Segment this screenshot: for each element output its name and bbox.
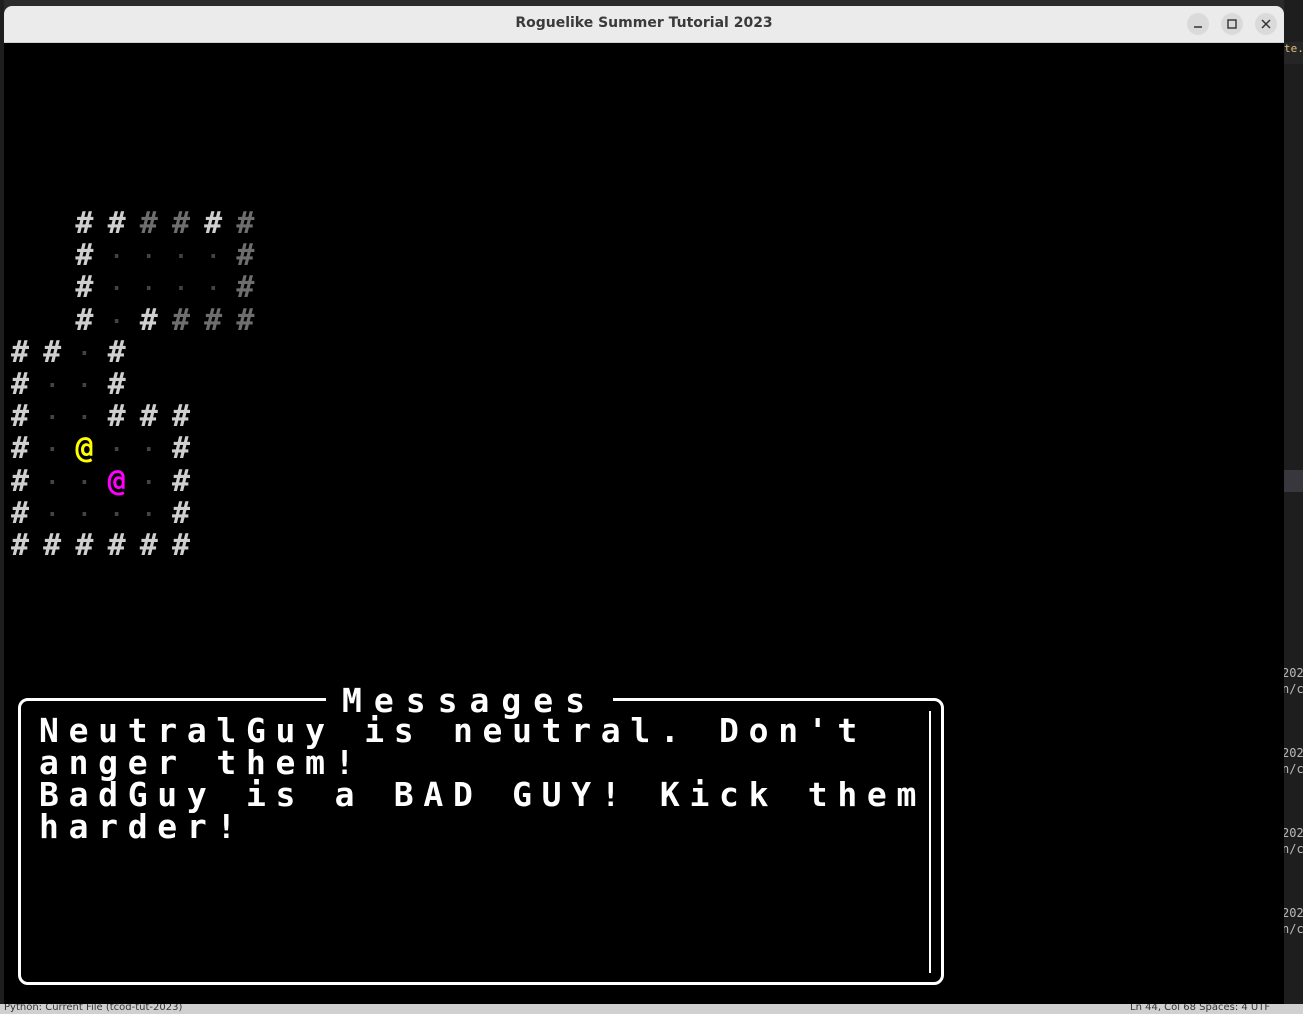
floor-tile: . [77,368,92,393]
wall-tile: # [204,206,223,241]
minimize-icon [1194,26,1202,28]
wall-tile: # [171,528,191,563]
wall-tile: # [43,528,62,563]
wall-tile: # [75,270,94,306]
floor-tile: . [45,400,59,426]
wall-tile: # [75,238,94,274]
wall-tile: # [139,399,158,435]
floor-tile: . [45,432,59,458]
wall-tile: # [236,238,255,274]
floor-tile: . [109,432,124,458]
wall-tile: # [139,206,158,241]
floor-tile: . [206,239,220,265]
background-editor-right: te.p 202 n/c 202 n/c 202 n/c 202 n/c [1284,0,1303,1014]
floor-tile: . [109,496,124,522]
game-viewport[interactable]: # # # # # # #.... # #.... # #. # # # # # #. # #.. # #.. # # # #.… [4,43,1284,1004]
wall-tile: # [171,302,191,338]
status-left: Python: Current File (tcod-tut-2023) [4,1004,183,1013]
wall-tile: # [10,367,30,402]
wall-tile: # [10,399,30,435]
message-line: BadGuy is a BAD GUY! Kick them harder! [39,775,956,846]
wall-tile: # [171,399,191,435]
wall-tile: # [171,431,191,467]
message-list: NeutralGuy is neutral. Don't anger them!… [39,711,956,846]
background-tab: te.p [1284,42,1303,64]
floor-tile: . [45,496,59,522]
maximize-button[interactable] [1221,13,1243,35]
wall-tile: # [171,463,191,499]
floor-tile: . [174,271,188,297]
floor-tile: . [206,271,220,297]
wall-tile: # [107,528,126,563]
wall-tile: # [107,399,126,435]
neutralguy-actor: @ [75,431,94,467]
background-fragment: 202 n/c [1284,826,1303,856]
wall-tile: # [10,334,30,370]
floor-tile: . [45,464,59,490]
minimize-button[interactable] [1187,13,1209,35]
background-fragment: 202 n/c [1284,906,1303,936]
window-title: Roguelike Summer Tutorial 2023 [515,15,773,31]
wall-tile: # [139,302,158,338]
floor-tile: . [109,239,124,265]
wall-tile: # [75,528,94,563]
floor-tile: . [142,239,156,265]
wall-tile: # [107,206,126,241]
floor-tile: . [174,239,188,265]
wall-tile: # [10,463,30,499]
floor-tile: . [142,464,156,490]
message-log-panel: Messages NeutralGuy is neutral. Don't an… [18,681,956,985]
floor-tile: . [77,400,92,426]
close-icon [1261,19,1271,29]
wall-tile: # [236,302,255,338]
close-button[interactable] [1255,13,1277,35]
wall-tile: # [171,495,191,531]
floor-tile: . [142,271,156,297]
status-right: Ln 44, Col 68 Spaces: 4 UTF [1130,1004,1271,1013]
wall-tile: # [107,334,126,370]
wall-tile: # [10,431,30,467]
title-bar[interactable]: Roguelike Summer Tutorial 2023 [4,6,1284,43]
floor-tile: . [109,303,124,329]
floor-tile: . [77,464,92,490]
background-status-bar: Python: Current File (tcod-tut-2023) Ln … [0,1004,1303,1014]
wall-tile: # [75,206,94,241]
wall-tile: # [10,495,30,531]
wall-tile: # [75,302,94,338]
wall-tile: # [236,270,255,306]
background-fragment: 202 n/c [1284,666,1303,696]
maximize-icon [1227,19,1237,29]
floor-tile: . [77,335,92,361]
floor-tile: . [142,496,156,522]
wall-tile: # [171,206,191,241]
background-scroll-highlight [1284,470,1303,492]
wall-tile: # [139,528,158,563]
message-line: NeutralGuy is neutral. Don't anger them! [39,711,897,782]
wall-tile: # [43,334,62,370]
floor-tile: . [45,368,59,393]
game-window: Roguelike Summer Tutorial 2023 # # # # # # #..… [4,6,1284,1004]
badguy-actor: @ [107,463,126,499]
wall-tile: # [204,302,223,338]
wall-tile: # [107,367,126,402]
wall-tile: # [236,206,255,241]
wall-tile: # [10,528,30,563]
floor-tile: . [109,271,124,297]
floor-tile: . [77,496,92,522]
floor-tile: . [142,432,156,458]
background-fragment: 202 n/c [1284,746,1303,776]
